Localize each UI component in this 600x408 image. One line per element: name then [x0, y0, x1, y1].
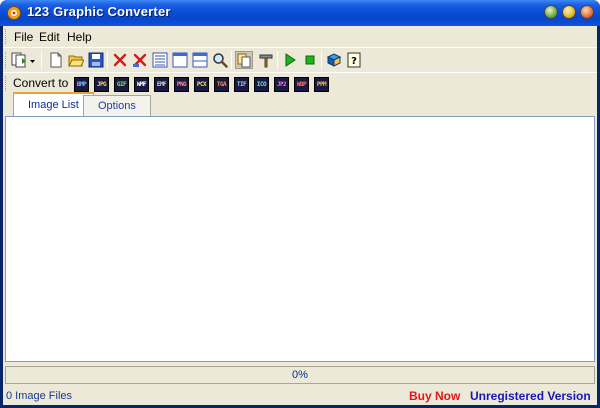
menu-file[interactable]: File [14, 30, 33, 44]
toolbar-grip[interactable] [5, 52, 8, 69]
convert-wbp-button[interactable]: WBP [294, 77, 309, 92]
buy-now-link[interactable]: Buy Now [409, 389, 460, 403]
open-button[interactable] [67, 51, 85, 69]
convert-jpg-button[interactable]: JPG [94, 77, 109, 92]
help-button[interactable]: ? [345, 51, 363, 69]
stop-icon [305, 55, 315, 65]
format-label: PNG [176, 80, 187, 88]
add-files-dropdown-icon [11, 52, 35, 68]
convert-bmp-button[interactable]: BMP [74, 77, 89, 92]
title-bar[interactable]: 123 Graphic Converter [0, 0, 600, 26]
toolbar-separator [277, 51, 278, 69]
convert-png-button[interactable]: PNG [174, 77, 189, 92]
format-label: EMF [156, 80, 167, 88]
format-label: JPG [96, 80, 107, 88]
toolbar-separator [231, 51, 232, 69]
menu-edit[interactable]: Edit [39, 30, 60, 44]
convert-to-label: Convert to [13, 76, 69, 90]
image-list-pane[interactable] [5, 116, 595, 362]
start-icon [285, 53, 296, 67]
copy-button[interactable] [235, 51, 253, 69]
window-view-icon [172, 52, 188, 68]
minimize-button[interactable] [544, 5, 558, 19]
help-icon: ? [347, 52, 361, 68]
convert-tif-button[interactable]: TIF [234, 77, 249, 92]
tab-options[interactable]: Options [83, 95, 151, 116]
copy-icon [237, 53, 251, 68]
zoom-icon [213, 53, 228, 68]
format-label: ICO [256, 80, 267, 88]
tools-icon [259, 54, 273, 68]
stop-button[interactable] [301, 51, 319, 69]
client-area: File Edit Help ? Convert to BMP JPG GIF … [3, 26, 597, 405]
format-label: BMP [76, 80, 87, 88]
convert-tga-button[interactable]: TGA [214, 77, 229, 92]
app-window: 123 Graphic Converter File Edit Help ? C… [0, 0, 600, 408]
tools-button[interactable] [257, 51, 275, 69]
new-file-icon [50, 52, 62, 68]
toolbar-separator [321, 51, 322, 69]
menu-grip[interactable] [5, 29, 8, 44]
main-toolbar: ? [3, 47, 597, 72]
list-view-icon [152, 52, 168, 68]
tab-image-list-label: Image List [28, 99, 79, 111]
maximize-button[interactable] [562, 5, 576, 19]
clear-button[interactable] [131, 51, 149, 69]
format-label: TIF [236, 80, 247, 88]
split-view-icon [192, 52, 208, 68]
format-label: PPM [316, 80, 327, 88]
status-bar: 0 Image Files Buy Now Unregistered Versi… [3, 386, 597, 405]
format-label: JP2 [276, 80, 287, 88]
menu-help[interactable]: Help [67, 30, 92, 44]
tab-image-list[interactable]: Image List [13, 92, 94, 116]
delete-button[interactable] [111, 51, 129, 69]
start-button[interactable] [281, 51, 299, 69]
convert-ppm-button[interactable]: PPM [314, 77, 329, 92]
split-view-button[interactable] [191, 51, 209, 69]
window-title: 123 Graphic Converter [27, 4, 171, 19]
tab-strip: Image List Options [5, 92, 595, 116]
progress-label: 0% [292, 369, 308, 381]
open-folder-icon [68, 55, 84, 67]
book-button[interactable] [325, 51, 343, 69]
convert-toolbar-grip[interactable] [5, 76, 8, 91]
convert-gif-button[interactable]: GIF [114, 77, 129, 92]
tab-options-label: Options [98, 100, 136, 112]
toolbar-separator [41, 51, 42, 69]
delete-icon [113, 53, 127, 67]
save-button[interactable] [87, 51, 105, 69]
format-label: TGA [216, 80, 227, 88]
format-label: PCX [196, 80, 207, 88]
list-view-button[interactable] [151, 51, 169, 69]
registration-status[interactable]: Unregistered Version [470, 389, 591, 403]
menu-bar: File Edit Help [3, 26, 597, 47]
progress-bar: 0% [5, 366, 595, 384]
format-label: WMF [136, 80, 147, 88]
save-icon [88, 52, 104, 68]
convert-emf-button[interactable]: EMF [154, 77, 169, 92]
zoom-button[interactable] [211, 51, 229, 69]
app-logo-icon [6, 5, 22, 21]
svg-text:?: ? [351, 56, 357, 67]
new-button[interactable] [47, 51, 65, 69]
convert-jp2-button[interactable]: JP2 [274, 77, 289, 92]
convert-toolbar: Convert to BMP JPG GIF WMF EMF PNG PCX TGA TIF IC… [3, 72, 597, 92]
convert-wmf-button[interactable]: WMF [134, 77, 149, 92]
toolbar-separator [107, 51, 108, 69]
convert-ico-button[interactable]: ICO [254, 77, 269, 92]
close-button[interactable] [580, 5, 594, 19]
format-label: WBP [296, 80, 307, 88]
clear-icon [133, 53, 147, 67]
add-files-dropdown-button[interactable] [11, 51, 37, 69]
image-file-count: 0 Image Files [6, 390, 73, 402]
book-icon [326, 53, 342, 67]
format-label: GIF [116, 80, 127, 88]
convert-pcx-button[interactable]: PCX [194, 77, 209, 92]
window-view-button[interactable] [171, 51, 189, 69]
